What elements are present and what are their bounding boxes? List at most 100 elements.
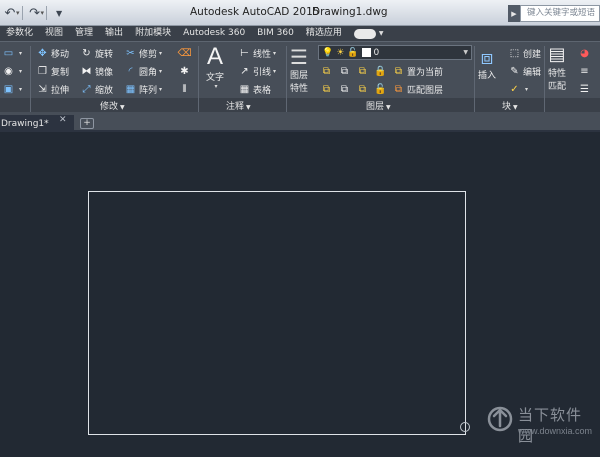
layer-freeze-icon: ⧉: [358, 66, 367, 77]
tab-autodesk-360[interactable]: Autodesk 360: [177, 26, 251, 41]
watermark-url: www.downxia.com: [518, 426, 593, 436]
panel-separator: [474, 46, 475, 112]
search-input[interactable]: 键入关键字或短语: [520, 5, 600, 22]
move-icon: ✥: [38, 48, 47, 59]
fillet-icon: ◜: [128, 66, 133, 77]
layer-isolate-icon: ⧉: [322, 66, 331, 77]
edit-block-icon: ✎: [510, 66, 519, 77]
match-properties-button[interactable]: ▤ 特性 匹配: [548, 44, 566, 92]
block-panel-label[interactable]: 块 ▼: [502, 99, 518, 112]
watermark-logo-icon: [487, 406, 513, 432]
drawn-rectangle[interactable]: [88, 191, 466, 435]
panel-separator: [544, 46, 545, 112]
trim-button[interactable]: ✂ 修剪 ▾: [124, 46, 162, 61]
cursor-pickbox: [460, 422, 470, 432]
insert-block-button[interactable]: ⧈ 插入: [478, 46, 496, 81]
search-area: ▶ 键入关键字或短语: [508, 5, 600, 22]
search-expand-icon[interactable]: ▶: [508, 5, 520, 22]
redo-dropdown-icon[interactable]: ▾: [41, 9, 45, 17]
draw-hatch-icon[interactable]: ◉ ▾: [2, 64, 22, 79]
layer-tool-8[interactable]: 🔓: [374, 82, 389, 97]
array-button[interactable]: ▦ 阵列 ▾: [124, 82, 162, 97]
panel-separator: [286, 46, 287, 112]
color-wheel-icon: ◕: [580, 48, 589, 59]
modify-panel-label[interactable]: 修改 ▼: [100, 99, 125, 112]
undo-dropdown-icon[interactable]: ▾: [16, 9, 20, 17]
tab-manage[interactable]: 管理: [69, 26, 99, 41]
explode-icon: ✱: [180, 66, 189, 77]
table-button[interactable]: ▦ 表格: [238, 82, 271, 97]
qat-separator: [21, 6, 23, 20]
rotate-button[interactable]: ↻ 旋转: [80, 46, 113, 61]
linetype-icon: ☰: [580, 84, 589, 95]
layer-tool-1[interactable]: ⧉: [320, 64, 335, 79]
layers-panel-label[interactable]: 图层 ▼: [366, 99, 391, 112]
leader-button[interactable]: ↗ 引线 ▾: [238, 64, 276, 79]
tab-featured-apps[interactable]: 精选应用: [300, 26, 348, 41]
layer-off-icon: ⧉: [340, 66, 349, 77]
layer-stack-icon: ☰: [290, 45, 308, 69]
erase-button[interactable]: ⌫: [177, 46, 193, 61]
tab-parametric[interactable]: 参数化: [0, 26, 39, 41]
draw-rectangle-icon[interactable]: ▭ ▾: [2, 46, 22, 61]
ribbon: ▭ ▾ ◉ ▾ ▣ ▾ ✥ 移动 ↻ 旋转 ✂ 修剪 ▾ ⌫ ❐ 复制 ⧓ 镜像 ◜ 圆角 ▾ ✱ ⇲…: [0, 41, 600, 113]
layer-lock-icon: 🔒: [374, 66, 387, 77]
erase-icon: ⌫: [177, 48, 192, 59]
text-a-icon: A: [207, 43, 224, 70]
close-icon[interactable]: ✕: [59, 115, 67, 125]
lineweight-control[interactable]: ≡: [578, 64, 593, 79]
tab-view[interactable]: 视图: [39, 26, 69, 41]
set-current-button[interactable]: ⧉ 置为当前: [392, 64, 443, 79]
fillet-button[interactable]: ◜ 圆角 ▾: [124, 64, 162, 79]
layer-tool-3[interactable]: ⧉: [356, 64, 371, 79]
trim-icon: ✂: [126, 48, 135, 59]
text-button[interactable]: A 文字 ▾: [206, 43, 224, 91]
layer-properties-button[interactable]: ☰ 图层 特性: [290, 46, 308, 94]
copy-button[interactable]: ❐ 复制: [36, 64, 69, 79]
scale-button[interactable]: ⤢ 缩放: [80, 82, 114, 97]
lineweight-icon: ≡: [580, 66, 589, 77]
layer-tool-6[interactable]: ⧉: [338, 82, 353, 97]
ribbon-toggle-dropdown-icon[interactable]: ▼: [379, 30, 384, 37]
layer-tool-4[interactable]: 🔒: [374, 64, 389, 79]
move-button[interactable]: ✥ 移动: [36, 46, 69, 61]
linetype-control[interactable]: ☰: [578, 82, 593, 97]
array-icon: ▦: [125, 84, 136, 95]
ribbon-toggle-pill[interactable]: [353, 28, 376, 39]
layer-color-swatch: [361, 48, 371, 57]
match-layer-button[interactable]: ⧉ 匹配图层: [392, 82, 443, 97]
customize-dropdown-icon[interactable]: ▼: [49, 3, 69, 23]
layer-thaw-all-icon: ⧉: [358, 84, 367, 95]
create-block-button[interactable]: ⬚ 创建: [508, 46, 541, 61]
layer-tool-5[interactable]: ⧉: [320, 82, 335, 97]
new-tab-button[interactable]: +: [80, 118, 94, 129]
mirror-icon: ⧓: [81, 66, 92, 77]
color-control[interactable]: ◕: [578, 46, 593, 61]
layer-tool-7[interactable]: ⧉: [356, 82, 371, 97]
edit-block-button[interactable]: ✎ 编辑: [508, 64, 541, 79]
quick-access-toolbar: ↶ ▾ ↷ ▾ ▼: [0, 3, 69, 23]
layer-tool-2[interactable]: ⧉: [338, 64, 353, 79]
layer-dropdown[interactable]: 💡 ☀ 🔓 0 ▼: [318, 45, 472, 60]
mirror-button[interactable]: ⧓ 镜像: [80, 64, 114, 79]
offset-button[interactable]: ⫴: [178, 82, 193, 97]
layer-thaw-sun-icon: ☀: [336, 47, 345, 58]
annotation-panel-label[interactable]: 注释 ▼: [226, 99, 251, 112]
scale-icon: ⤢: [82, 84, 91, 95]
layer-on-all-icon: ⧉: [340, 84, 349, 95]
stretch-button[interactable]: ⇲ 拉伸: [36, 82, 69, 97]
layer-unlock-all-icon: 🔓: [374, 84, 387, 95]
dimension-icon: ⊢: [240, 48, 249, 59]
tab-addins[interactable]: 附加模块: [129, 26, 177, 41]
linear-dimension-button[interactable]: ⊢ 线性 ▾: [238, 46, 276, 61]
draw-region-icon[interactable]: ▣ ▾: [2, 82, 22, 97]
document-tab-strip: Drawing1* ✕ +: [0, 112, 600, 132]
block-attributes-button[interactable]: ✓ ▾: [508, 82, 528, 97]
rotate-icon: ↻: [82, 48, 91, 59]
title-bar: ↶ ▾ ↷ ▾ ▼ Autodesk AutoCAD 2015 Drawing1…: [0, 0, 600, 26]
tab-output[interactable]: 输出: [99, 26, 129, 41]
layer-walk-icon: ⧉: [322, 84, 331, 95]
explode-button[interactable]: ✱: [178, 64, 193, 79]
tab-bim-360[interactable]: BIM 360: [251, 26, 300, 41]
create-block-icon: ⬚: [509, 48, 520, 59]
